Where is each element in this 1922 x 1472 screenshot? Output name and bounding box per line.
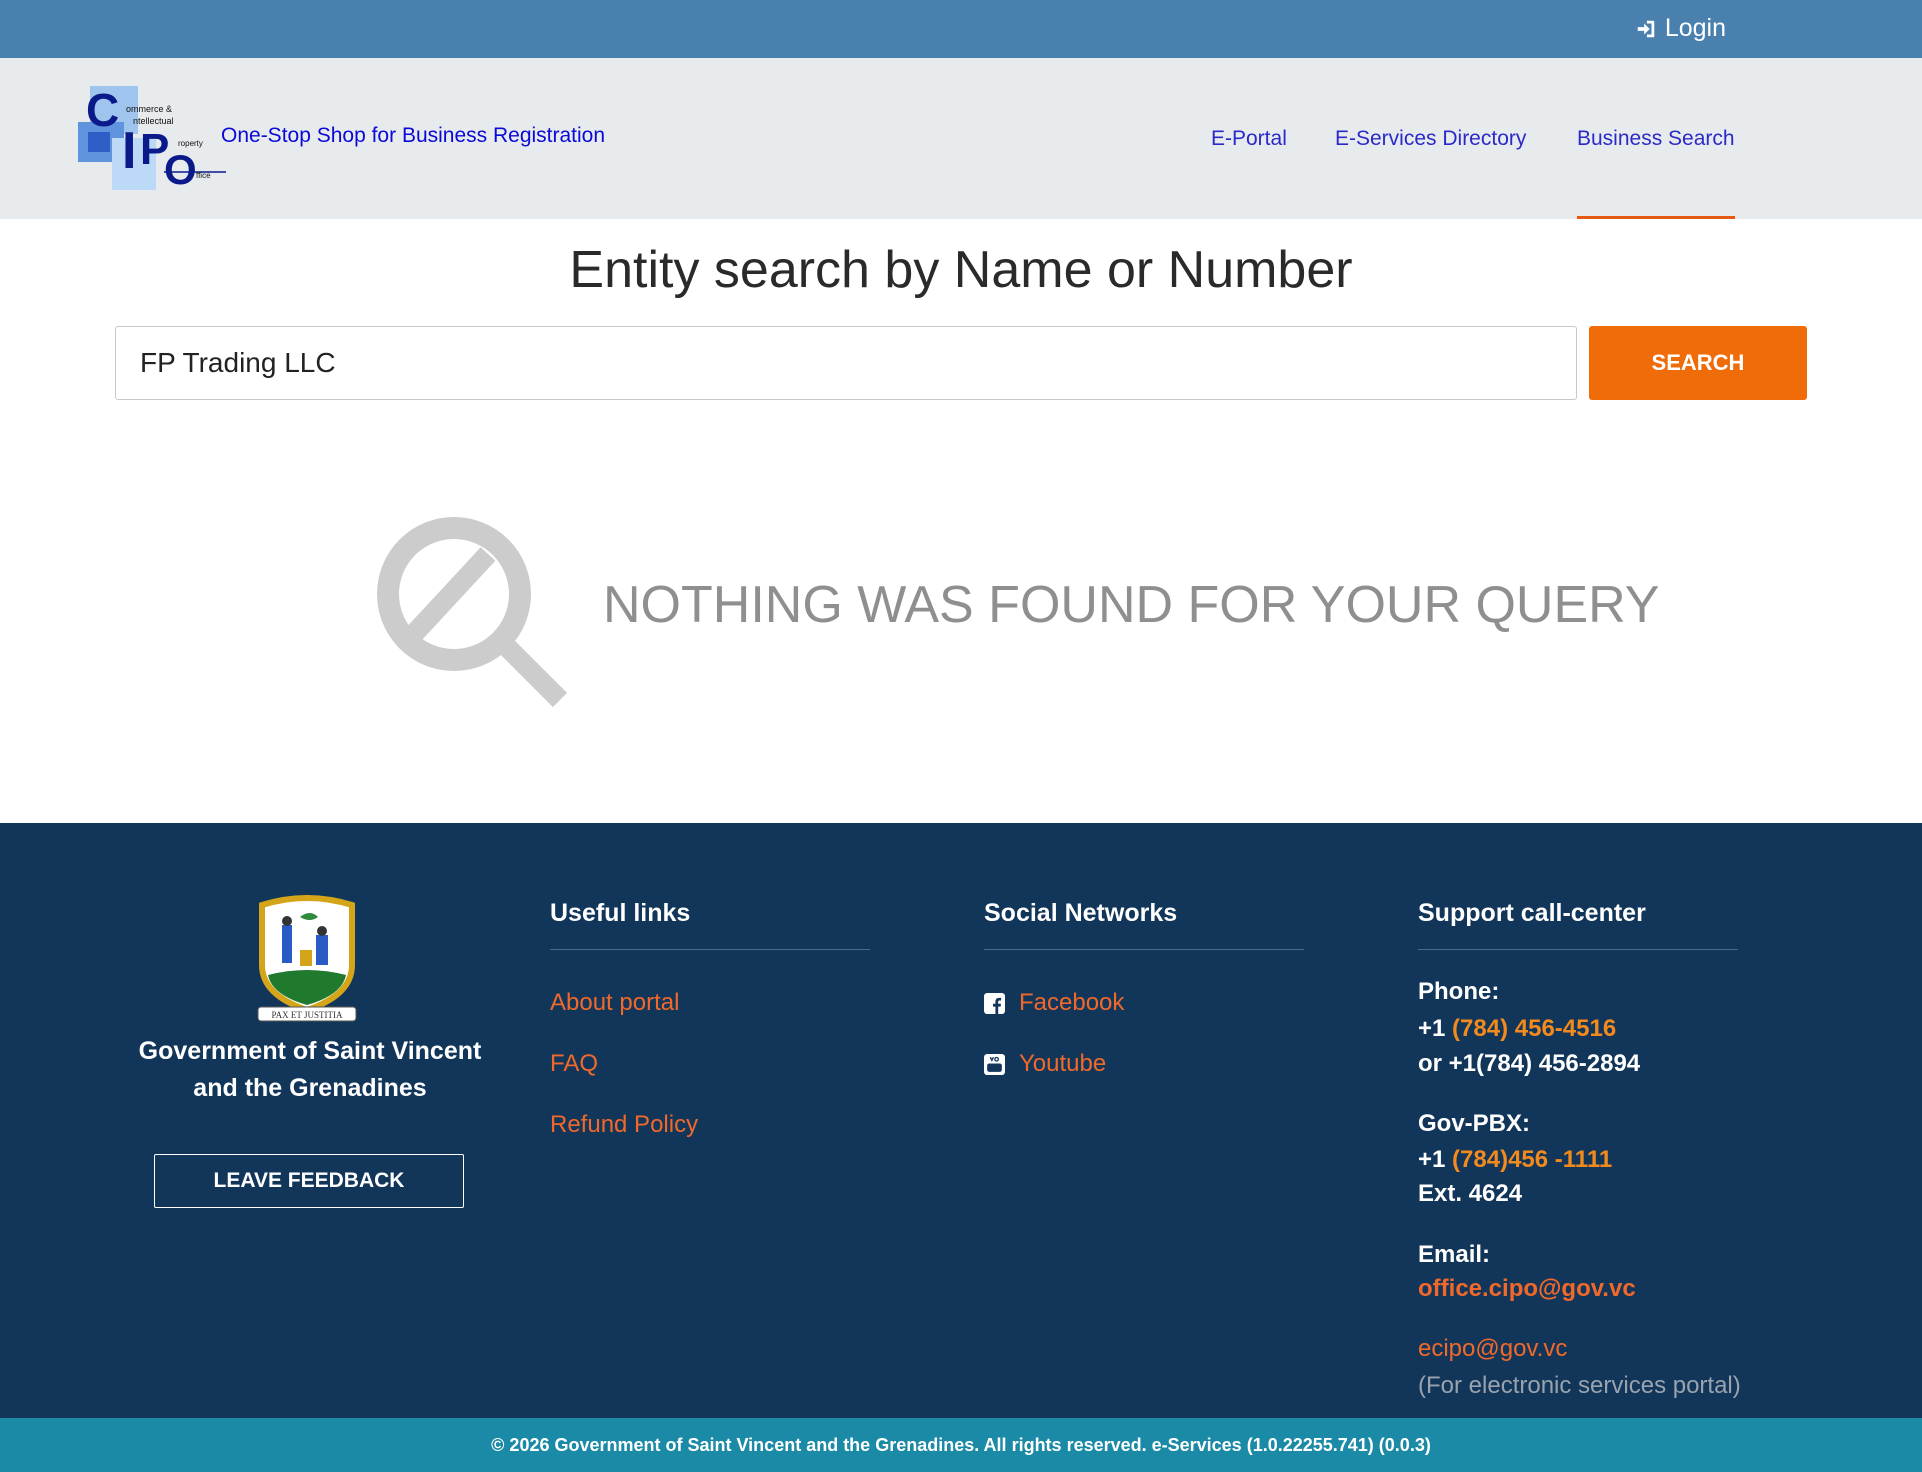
no-results-message: NOTHING WAS FOUND FOR YOUR QUERY xyxy=(603,576,1660,634)
support-heading: Support call-center xyxy=(1418,899,1646,927)
phone-number[interactable]: (784) 456-4516 xyxy=(1452,1015,1616,1042)
login-link[interactable]: Login xyxy=(1635,14,1726,43)
divider xyxy=(550,949,870,950)
search-button[interactable]: SEARCH xyxy=(1589,326,1807,400)
page-title: Entity search by Name or Number xyxy=(569,241,1353,299)
about-portal-link[interactable]: About portal xyxy=(550,989,679,1017)
nav-e-services-directory[interactable]: E-Services Directory xyxy=(1335,58,1526,219)
coat-of-arms-emblem: PAX ET JUSTITIA xyxy=(257,895,357,1022)
logo-letter-i: I xyxy=(122,122,136,180)
cipo-logo[interactable]: C I P O ommerce & ntellectual roperty ff… xyxy=(78,86,228,191)
phone-label: Phone: xyxy=(1418,978,1500,1005)
leave-feedback-button[interactable]: LEAVE FEEDBACK xyxy=(154,1154,464,1208)
login-label: Login xyxy=(1664,14,1726,42)
site-footer: PAX ET JUSTITIA Government of Saint Vinc… xyxy=(0,823,1922,1418)
logo-letter-o: O xyxy=(164,146,197,191)
facebook-label: Facebook xyxy=(1019,989,1125,1016)
email-label: Email: xyxy=(1418,1241,1491,1268)
logo-letter-c: C xyxy=(86,86,119,136)
government-name: Government of Saint Vincent and the Gren… xyxy=(138,1037,482,1102)
copyright-bar: © 2026 Government of Saint Vincent and t… xyxy=(0,1418,1922,1472)
site-tagline[interactable]: One-Stop Shop for Business Registration xyxy=(221,124,605,148)
email-secondary-link[interactable]: ecipo@gov.vc xyxy=(1418,1335,1567,1363)
social-networks-heading: Social Networks xyxy=(984,899,1178,927)
search-input[interactable] xyxy=(115,326,1577,400)
nav-business-search[interactable]: Business Search xyxy=(1577,58,1735,219)
logo-word-intellectual: ntellectual xyxy=(133,116,174,126)
youtube-icon xyxy=(984,1053,1005,1075)
logo-word-commerce: ommerce & xyxy=(126,104,172,114)
sign-in-icon xyxy=(1637,20,1655,37)
pbx-line: +1 (784)456 -1111 xyxy=(1418,1146,1612,1174)
refund-policy-link[interactable]: Refund Policy xyxy=(550,1111,698,1139)
pbx-extension: Ext. 4624 xyxy=(1418,1180,1523,1207)
phone-line: +1 (784) 456-4516 xyxy=(1418,1015,1616,1043)
phone-prefix: +1 xyxy=(1418,1015,1446,1042)
youtube-link[interactable]: Youtube xyxy=(984,1050,1106,1078)
facebook-link[interactable]: Facebook xyxy=(984,989,1124,1017)
top-bar: Login xyxy=(0,0,1922,58)
site-header: C I P O ommerce & ntellectual roperty ff… xyxy=(0,58,1922,219)
pbx-label: Gov-PBX: xyxy=(1418,1110,1531,1137)
faq-link[interactable]: FAQ xyxy=(550,1050,598,1078)
useful-links-heading: Useful links xyxy=(550,899,691,927)
email-secondary-note: (For electronic services portal) xyxy=(1418,1372,1741,1399)
youtube-label: Youtube xyxy=(1019,1050,1107,1077)
pbx-prefix: +1 xyxy=(1418,1146,1446,1173)
facebook-icon xyxy=(984,992,1005,1014)
divider xyxy=(984,949,1304,950)
logo-word-office: ffice xyxy=(196,171,211,180)
divider xyxy=(1418,949,1738,950)
no-results-search-icon xyxy=(377,517,568,708)
phone-alt: or +1(784) 456-2894 xyxy=(1418,1050,1641,1077)
logo-word-property: roperty xyxy=(178,139,203,148)
email-primary-link[interactable]: office.cipo@gov.vc xyxy=(1418,1275,1636,1303)
pbx-number[interactable]: (784)456 -1111 xyxy=(1452,1146,1612,1173)
nav-e-portal[interactable]: E-Portal xyxy=(1211,58,1287,219)
coat-motto: PAX ET JUSTITIA xyxy=(271,1010,343,1020)
